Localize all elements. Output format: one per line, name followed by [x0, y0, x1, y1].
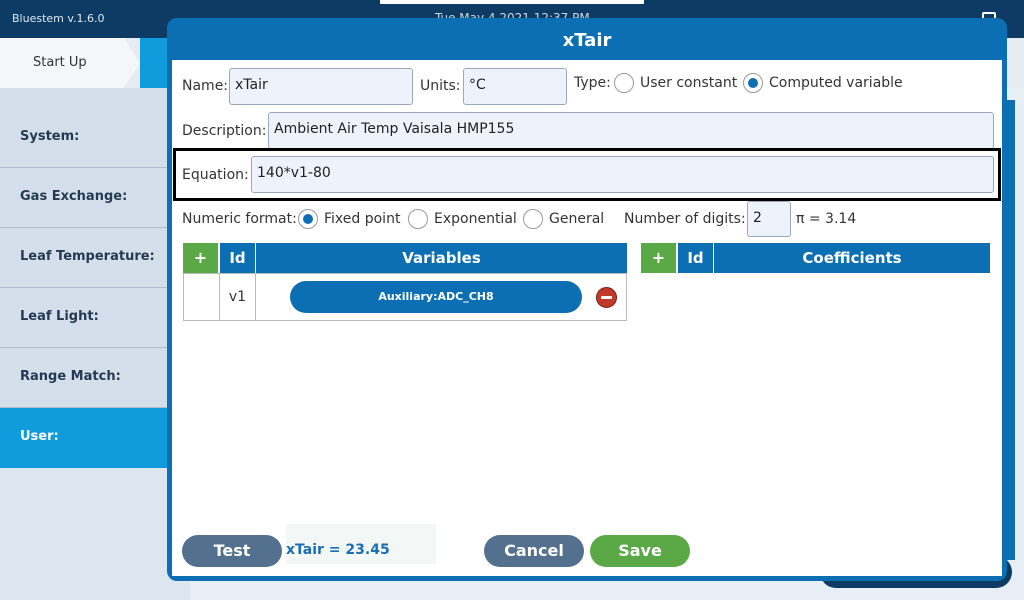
name-label: Name:: [182, 78, 229, 94]
sidebar-item-label: User:: [20, 429, 59, 444]
save-button[interactable]: Save: [590, 535, 690, 567]
sidebar-item-leaf-light[interactable]: Leaf Light:: [0, 288, 170, 348]
test-button[interactable]: Test: [182, 535, 282, 567]
equation-field[interactable]: 140*v1-80: [251, 156, 994, 193]
format-general-radio[interactable]: [523, 209, 543, 229]
sidebar-item-label: Leaf Light:: [20, 309, 99, 324]
units-field[interactable]: °C: [463, 68, 567, 105]
format-general-label[interactable]: General: [549, 211, 604, 227]
digits-field[interactable]: 2: [747, 201, 791, 237]
breadcrumb-startup[interactable]: Start Up: [0, 38, 124, 88]
format-fixed-point-radio[interactable]: [298, 209, 318, 229]
variables-header: Variables: [256, 243, 627, 273]
type-user-constant-label[interactable]: User constant: [640, 75, 737, 91]
type-user-constant-radio[interactable]: [614, 73, 634, 93]
variable-id-cell: v1: [219, 273, 256, 321]
type-computed-variable-label[interactable]: Computed variable: [769, 75, 903, 91]
dialog-title: xTair: [562, 30, 612, 51]
format-fixed-point-label[interactable]: Fixed point: [324, 211, 400, 227]
sidebar-item-system[interactable]: System:: [0, 108, 170, 168]
test-result: xTair = 23.45: [286, 542, 390, 558]
breadcrumb-arrow-icon: [124, 38, 140, 88]
sidebar-item-label: Leaf Temperature:: [20, 249, 155, 264]
sidebar: System: Gas Exchange: Leaf Temperature: …: [0, 88, 190, 600]
format-exponential-radio[interactable]: [408, 209, 428, 229]
breadcrumb-current: [140, 38, 170, 88]
coefficients-header: Coefficients: [714, 243, 990, 273]
cancel-button[interactable]: Cancel: [484, 535, 584, 567]
remove-variable-icon[interactable]: [596, 287, 617, 308]
sidebar-item-user[interactable]: User:: [0, 408, 170, 468]
equation-label: Equation:: [182, 167, 249, 183]
format-exponential-label[interactable]: Exponential: [434, 211, 517, 227]
type-label: Type:: [574, 75, 611, 91]
add-variable-button[interactable]: +: [183, 243, 218, 273]
type-computed-variable-radio[interactable]: [743, 73, 763, 93]
sidebar-item-gas-exchange[interactable]: Gas Exchange:: [0, 168, 170, 228]
coefficients-id-header: Id: [678, 243, 713, 273]
variable-source-button[interactable]: Auxiliary:ADC_CH8: [290, 281, 582, 313]
table-row-select[interactable]: [183, 273, 220, 321]
sidebar-item-range-match[interactable]: Range Match:: [0, 348, 170, 408]
add-coefficient-button[interactable]: +: [641, 243, 676, 273]
variables-id-header: Id: [220, 243, 255, 273]
description-label: Description:: [182, 123, 267, 139]
sidebar-empty-area: [0, 468, 190, 600]
sidebar-item-label: Range Match:: [20, 369, 121, 384]
pi-preview: π = 3.14: [796, 211, 857, 227]
numeric-format-label: Numeric format:: [182, 211, 297, 227]
sidebar-item-leaf-temperature[interactable]: Leaf Temperature:: [0, 228, 170, 288]
digits-label: Number of digits:: [624, 211, 746, 227]
description-field[interactable]: Ambient Air Temp Vaisala HMP155: [268, 112, 994, 149]
name-field[interactable]: xTair: [229, 68, 413, 105]
top-indicator: [380, 0, 644, 4]
breadcrumb-startup-label: Start Up: [33, 55, 87, 70]
sidebar-item-label: System:: [20, 129, 80, 144]
units-label: Units:: [420, 78, 461, 94]
sidebar-item-label: Gas Exchange:: [20, 189, 128, 204]
app-version: Bluestem v.1.6.0: [12, 12, 105, 25]
